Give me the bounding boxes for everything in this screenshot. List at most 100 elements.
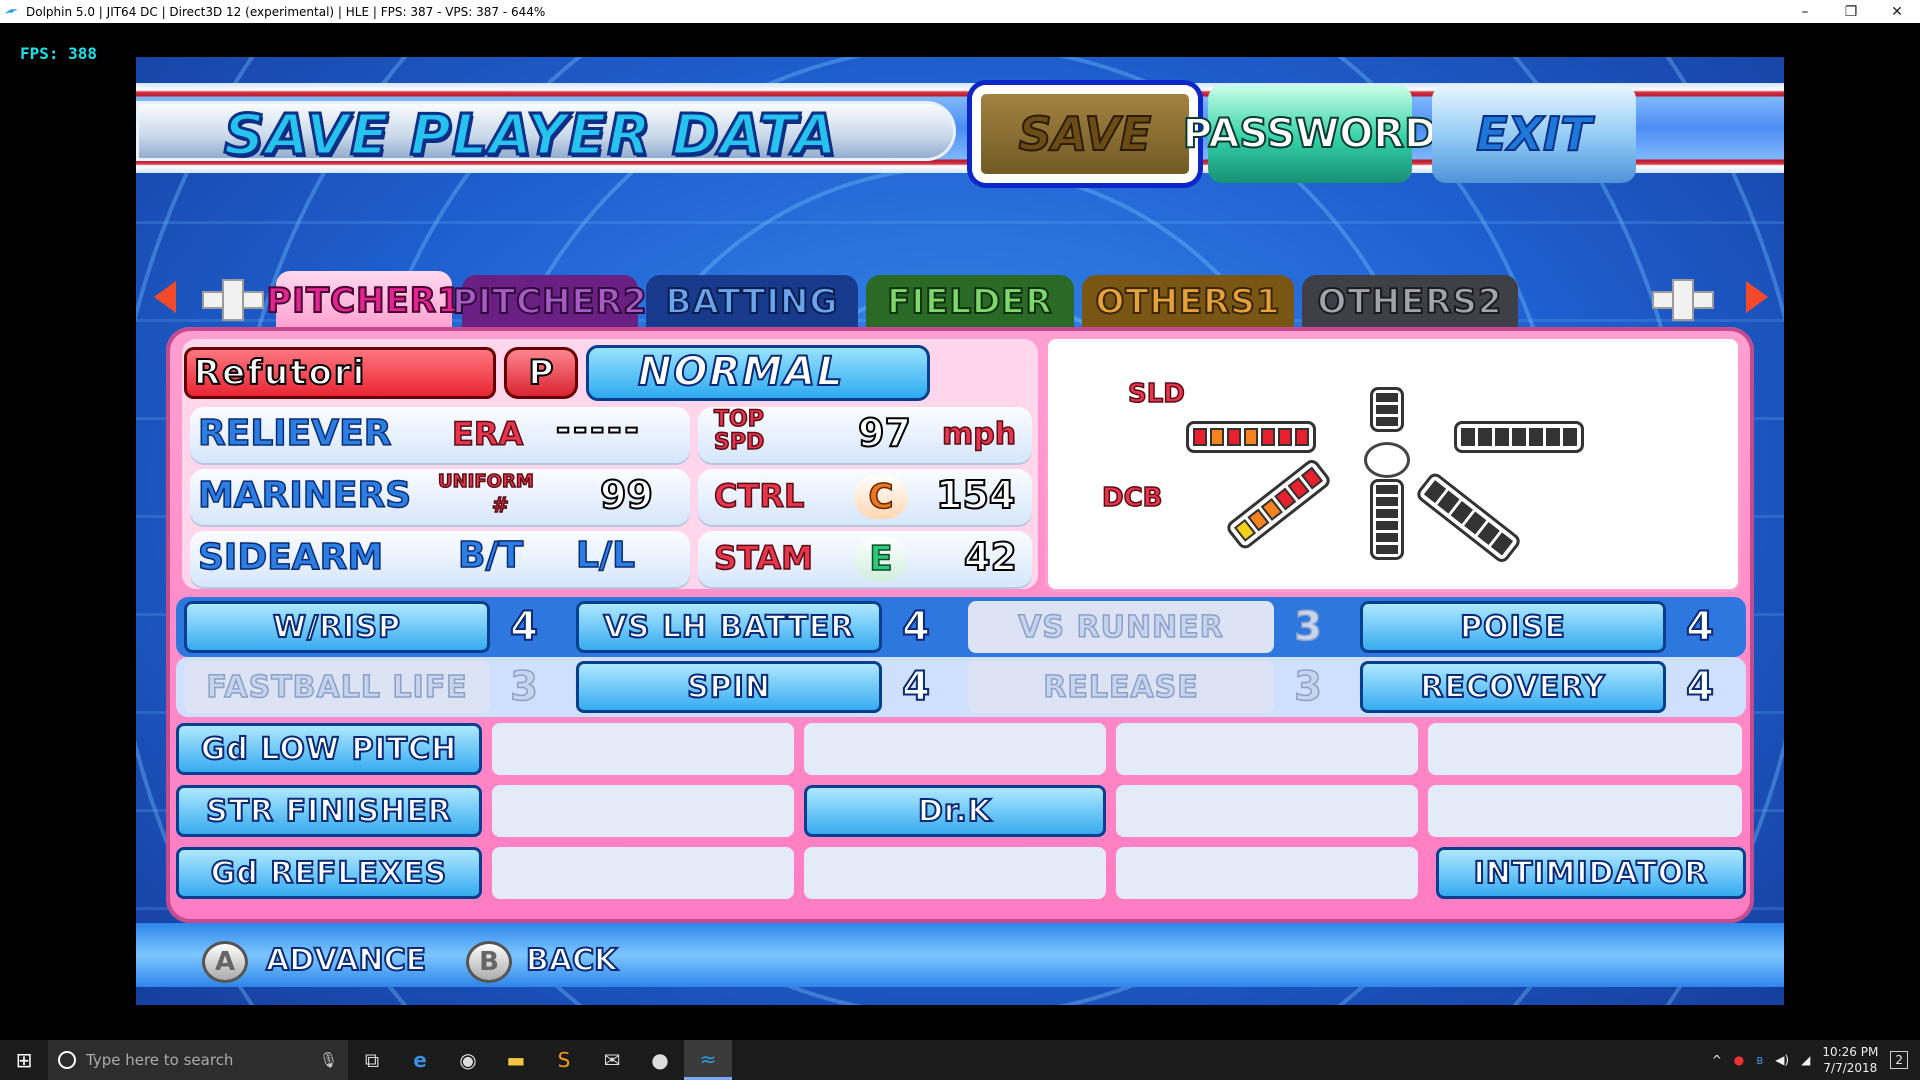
dolphin-taskbar-icon[interactable]: ≈ — [684, 1040, 732, 1080]
special-gd-low-pitch[interactable]: Gd LOW PITCH — [176, 723, 482, 775]
tab-pitcher1[interactable]: PITCHER1 — [265, 271, 462, 331]
player-name-plate: Refutori — [184, 347, 496, 399]
search-box[interactable]: Type here to search 🎙 — [48, 1040, 348, 1080]
control-grade-badge: C — [854, 475, 908, 519]
dpad-left-icon — [202, 279, 264, 321]
window-title: Dolphin 5.0 | JIT64 DC | Direct3D 12 (ex… — [26, 4, 546, 19]
notification-icon[interactable]: 2 — [1890, 1051, 1908, 1069]
position-badge: P — [504, 347, 578, 399]
ability-w-risp[interactable]: W/RISP — [184, 601, 490, 653]
task-view-icon[interactable]: ⧉ — [348, 1040, 396, 1080]
ability-vs-runner-level: 3 — [1293, 603, 1322, 651]
ability-w-risp-level: 4 — [509, 603, 539, 651]
control-label: CTRL — [713, 476, 805, 516]
network-icon[interactable]: ◢ — [1801, 1053, 1810, 1067]
bat-throw-value: L/L — [575, 534, 636, 577]
tab-pitcher2[interactable]: PITCHER2 — [451, 275, 648, 329]
pitch-bar-segment — [1376, 405, 1398, 414]
window-title-bar: Dolphin 5.0 | JIT64 DC | Direct3D 12 (ex… — [0, 0, 1920, 23]
special-gd-reflexes[interactable]: Gd REFLEXES — [176, 847, 482, 899]
taskbar: ⊞ Type here to search 🎙 ⧉ e ◉ ▬ S ✉ ● ≈ … — [0, 1040, 1920, 1080]
special-slot[interactable] — [1116, 723, 1418, 775]
ability-vs-lh-batter-level: 4 — [901, 603, 931, 651]
ability-recovery[interactable]: RECOVERY — [1360, 661, 1666, 713]
restore-button[interactable]: ❐ — [1828, 0, 1874, 23]
pitch-bar-segment — [1376, 533, 1398, 542]
special-slot[interactable] — [1116, 785, 1418, 837]
pitch-bar-slider — [1186, 421, 1316, 453]
uniform-label-2: # — [491, 492, 509, 518]
chevron-up-icon[interactable]: ^ — [1712, 1053, 1722, 1067]
pitch-bar-segment — [1376, 509, 1398, 518]
close-button[interactable]: ✕ — [1874, 0, 1920, 23]
stamina-grade-badge: E — [854, 537, 908, 581]
back-prompt[interactable]: BACK — [525, 942, 618, 979]
ability-vs-lh-batter[interactable]: VS LH BATTER — [576, 601, 882, 653]
special-slot[interactable] — [1428, 723, 1742, 775]
pitch-bar-segment — [1227, 428, 1241, 446]
pitch-bar-segment — [1376, 417, 1398, 426]
chrome-browser-icon[interactable]: ◉ — [444, 1040, 492, 1080]
tab-fielder[interactable]: FIELDER — [866, 275, 1074, 329]
top-speed-label-2: SPD — [713, 430, 765, 456]
microphone-icon[interactable]: 🎙 — [319, 1051, 338, 1069]
page-title: SAVE PLAYER DATA — [223, 102, 839, 170]
file-explorer-icon[interactable]: ▬ — [492, 1040, 540, 1080]
pitch-bar-segment — [1376, 497, 1398, 506]
special-slot[interactable] — [804, 847, 1106, 899]
pitch-bar-segment — [1278, 428, 1292, 446]
tab-prev-arrow-icon[interactable] — [154, 281, 176, 313]
special-slot[interactable] — [492, 723, 794, 775]
volume-icon[interactable]: ◀) — [1775, 1053, 1789, 1067]
special-intimidator[interactable]: INTIMIDATOR — [1436, 847, 1746, 899]
pitch-bar-segment — [1376, 545, 1398, 554]
ability-vs-runner[interactable]: VS RUNNER — [968, 601, 1274, 653]
tab-others1[interactable]: OTHERS1 — [1082, 275, 1294, 329]
sublime-text-icon[interactable]: S — [540, 1040, 588, 1080]
arm-style-text: SIDEARM — [197, 536, 384, 579]
control-value: 154 — [935, 472, 1016, 518]
system-tray: ^ ● ʙ ◀) ◢ 10:26 PM 7/7/2018 2 — [1712, 1044, 1920, 1076]
app-circle-icon[interactable]: ● — [636, 1040, 684, 1080]
save-button[interactable]: SAVE — [972, 85, 1198, 183]
advance-prompt[interactable]: ADVANCE — [265, 942, 427, 979]
tab-next-arrow-icon[interactable] — [1746, 281, 1768, 313]
edge-browser-icon[interactable]: e — [396, 1040, 444, 1080]
clock[interactable]: 10:26 PM 7/7/2018 — [1822, 1044, 1878, 1076]
condition-text: NORMAL — [637, 348, 845, 396]
pitch-bar-segment — [1261, 428, 1275, 446]
mail-icon[interactable]: ✉ — [588, 1040, 636, 1080]
tab-batting[interactable]: BATTING — [646, 275, 858, 329]
special-slot[interactable] — [492, 847, 794, 899]
pitch-bar-segment — [1529, 428, 1543, 446]
minimize-button[interactable]: – — [1782, 0, 1828, 23]
special-slot[interactable] — [492, 785, 794, 837]
role-text: RELIEVER — [197, 412, 392, 455]
stamina-value: 42 — [963, 534, 1018, 580]
ability-poise[interactable]: POISE — [1360, 601, 1666, 653]
special-slot[interactable] — [1428, 785, 1742, 837]
bat-throw-label: B/T — [457, 534, 524, 577]
dolphin-app-icon — [5, 8, 18, 14]
windows-start-icon[interactable]: ⊞ — [0, 1040, 48, 1080]
top-speed-unit: mph — [941, 416, 1017, 453]
tab-others2[interactable]: OTHERS2 — [1302, 275, 1518, 329]
special-dr-k[interactable]: Dr.K — [804, 785, 1106, 837]
ability-fastball-life[interactable]: FASTBALL LIFE — [184, 661, 490, 713]
special-str-finisher[interactable]: STR FINISHER — [176, 785, 482, 837]
ability-spin[interactable]: SPIN — [576, 661, 882, 713]
top-speed-label-1: TOP — [713, 407, 764, 432]
bluetooth-icon[interactable]: ʙ — [1756, 1053, 1763, 1067]
pitch-label-dcb: DCB — [1101, 482, 1163, 514]
special-slot[interactable] — [1116, 847, 1418, 899]
stamina-grade: E — [869, 538, 894, 580]
era-label: ERA — [451, 414, 524, 454]
special-slot[interactable] — [804, 723, 1106, 775]
pitch-bar-segment — [1461, 428, 1475, 446]
exit-button[interactable]: EXIT — [1432, 85, 1636, 183]
pitch-bar-segment — [1563, 428, 1577, 446]
security-shield-icon[interactable]: ● — [1734, 1053, 1744, 1067]
condition-plate: NORMAL — [586, 345, 930, 401]
ability-release[interactable]: RELEASE — [968, 661, 1274, 713]
password-button[interactable]: PASSWORD — [1182, 85, 1438, 183]
